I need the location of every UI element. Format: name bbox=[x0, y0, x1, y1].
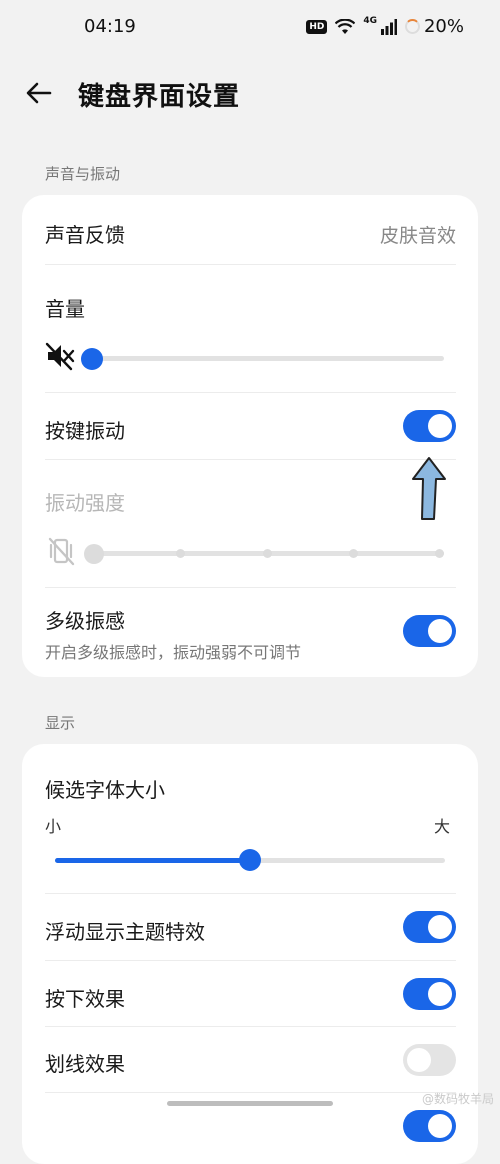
status-bar: 04:19 HD 4G 20% bbox=[0, 0, 500, 58]
key-vibration-toggle[interactable] bbox=[403, 410, 456, 442]
font-size-max-label: 大 bbox=[433, 817, 450, 836]
slider-tick bbox=[263, 549, 272, 558]
divider bbox=[45, 893, 456, 894]
divider bbox=[45, 459, 456, 460]
hd-icon: HD bbox=[306, 19, 328, 34]
volume-slider-track[interactable] bbox=[92, 356, 444, 361]
sound-feedback-value: 皮肤音效 bbox=[379, 225, 456, 247]
swipe-effect-label: 划线效果 bbox=[45, 1052, 125, 1076]
toggle-knob bbox=[428, 982, 452, 1006]
press-effect-toggle[interactable] bbox=[403, 978, 456, 1010]
toggle-knob bbox=[428, 915, 452, 939]
slider-tick bbox=[349, 549, 358, 558]
slider-tick bbox=[176, 549, 185, 558]
swipe-effect-toggle[interactable] bbox=[403, 1044, 456, 1076]
wifi-icon bbox=[335, 18, 356, 34]
toggle-knob bbox=[428, 414, 452, 438]
divider bbox=[45, 1026, 456, 1027]
page-title: 键盘界面设置 bbox=[78, 82, 241, 112]
next-setting-toggle[interactable] bbox=[403, 1110, 456, 1142]
multi-vibration-label: 多级振感 bbox=[45, 609, 125, 633]
watermark: @数码牧羊局 bbox=[421, 1092, 494, 1106]
volume-label: 音量 bbox=[45, 297, 85, 321]
battery-icon bbox=[404, 19, 420, 34]
battery-percent: 20% bbox=[423, 16, 464, 37]
divider bbox=[45, 587, 456, 588]
mute-icon[interactable] bbox=[45, 341, 75, 371]
key-vibration-label: 按键振动 bbox=[45, 419, 125, 443]
press-effect-label: 按下效果 bbox=[45, 987, 125, 1011]
font-size-slider-thumb[interactable] bbox=[239, 849, 261, 871]
sound-feedback-row[interactable]: 声音反馈 皮肤音效 bbox=[22, 195, 478, 265]
signal-icon bbox=[380, 18, 397, 35]
floating-theme-toggle[interactable] bbox=[403, 911, 456, 943]
section-title-display: 显示 bbox=[45, 714, 76, 732]
vibration-strength-thumb[interactable] bbox=[84, 544, 104, 564]
toggle-knob bbox=[428, 619, 452, 643]
sound-card: 声音反馈 皮肤音效 音量 按键振动 振动强度 多级振感 开启多级振感时，振动强弱… bbox=[22, 195, 478, 677]
divider bbox=[45, 264, 456, 265]
status-icons: HD 4G 20% bbox=[306, 16, 464, 37]
floating-theme-label: 浮动显示主题特效 bbox=[45, 920, 205, 944]
vibration-strength-label: 振动强度 bbox=[45, 491, 125, 515]
divider bbox=[45, 1092, 456, 1093]
home-indicator[interactable] bbox=[167, 1101, 333, 1106]
slider-tick bbox=[435, 549, 444, 558]
section-title-sound: 声音与振动 bbox=[45, 165, 121, 183]
divider bbox=[45, 392, 456, 393]
status-time: 04:19 bbox=[84, 16, 136, 37]
toggle-knob bbox=[428, 1114, 452, 1138]
font-size-slider-fill bbox=[55, 858, 250, 863]
pointer-arrow-icon bbox=[412, 457, 446, 520]
divider bbox=[45, 960, 456, 961]
multi-vibration-toggle[interactable] bbox=[403, 615, 456, 647]
volume-slider-thumb[interactable] bbox=[81, 348, 103, 370]
font-size-min-label: 小 bbox=[45, 817, 62, 836]
back-arrow-icon[interactable] bbox=[24, 78, 54, 108]
font-size-label: 候选字体大小 bbox=[45, 778, 165, 802]
multi-vibration-desc: 开启多级振感时，振动强弱不可调节 bbox=[45, 643, 302, 662]
sound-feedback-label: 声音反馈 bbox=[45, 223, 125, 247]
toggle-knob bbox=[407, 1048, 431, 1072]
vibration-off-icon bbox=[48, 537, 75, 566]
network-type: 4G bbox=[363, 15, 377, 26]
